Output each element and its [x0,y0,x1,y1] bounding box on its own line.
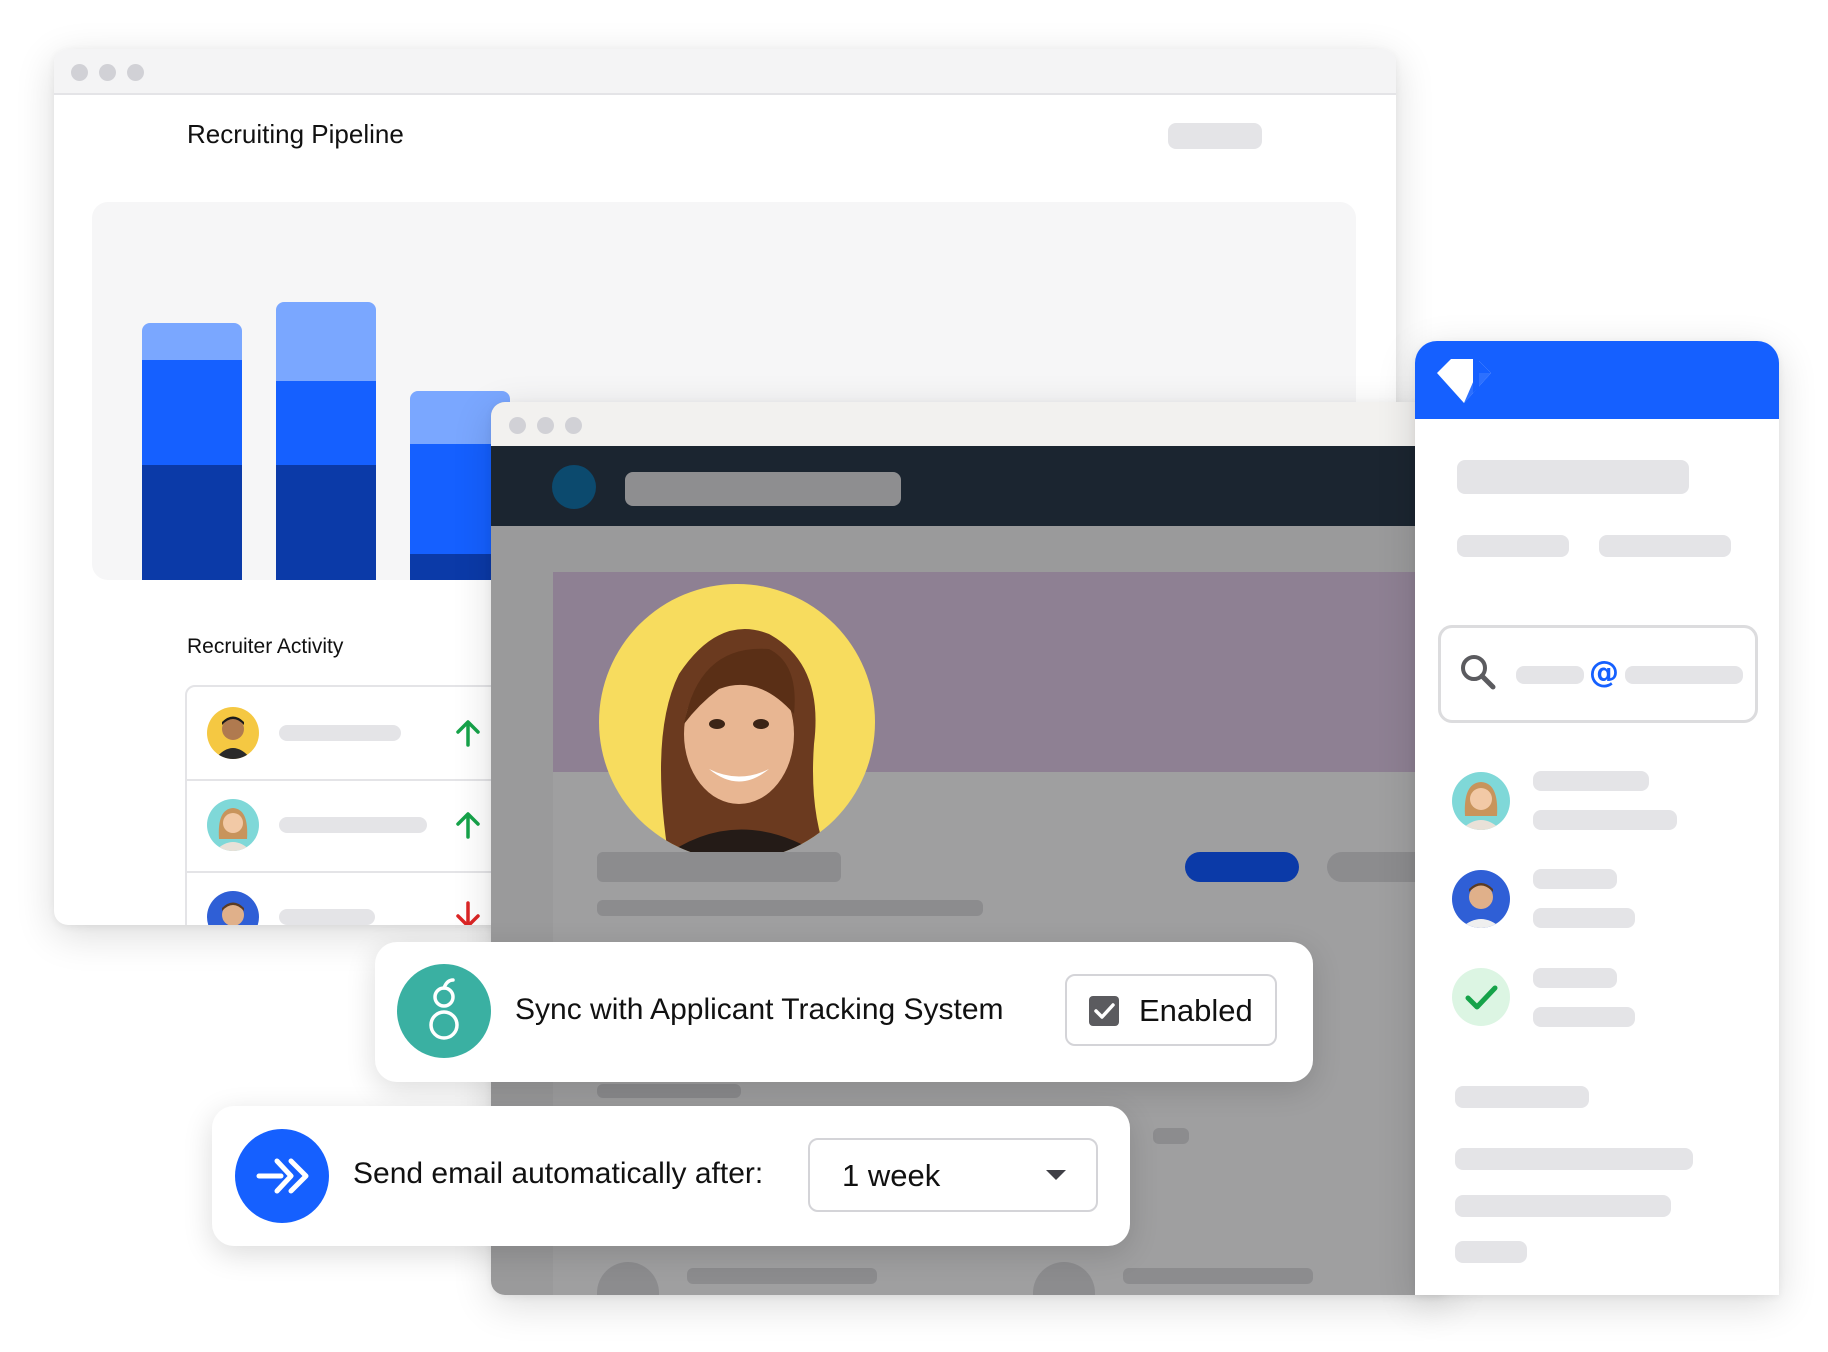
text-placeholder [1123,1268,1313,1284]
window-dot[interactable] [99,64,116,81]
section-placeholder [1455,1086,1589,1108]
email-automation-card: Send email automatically after: 1 week [212,1106,1130,1246]
match-name-placeholder [1533,869,1617,889]
profile-titlebar [491,402,1451,446]
match-detail-placeholder [1533,908,1635,928]
match-name-placeholder [1533,771,1649,791]
avatar [207,707,259,759]
list-item[interactable] [187,871,527,925]
avatar[interactable] [1452,772,1510,830]
chevron-down-icon [1044,1168,1068,1187]
section-placeholder [1153,1128,1189,1144]
site-search-placeholder[interactable] [625,472,901,506]
trend-up-icon [455,719,481,752]
line-placeholder [1455,1195,1671,1217]
site-logo[interactable] [552,465,596,509]
list-item[interactable] [187,687,527,781]
ats-status-label: Enabled [1139,993,1253,1028]
window-dot[interactable] [565,417,582,434]
extension-header [1415,341,1779,419]
activity-title: Recruiter Activity [187,635,344,658]
connect-button[interactable] [1185,852,1299,882]
section-placeholder [597,1084,741,1098]
line-placeholder [1455,1148,1693,1170]
double-chevron-icon [235,1129,329,1223]
site-nav-bar [491,446,1451,526]
match-name-placeholder [1533,968,1617,988]
email-delay-select[interactable]: 1 week [808,1138,1098,1212]
headline-placeholder [597,900,983,916]
ats-enabled-toggle[interactable]: Enabled [1065,974,1277,1046]
diamond-logo-icon[interactable] [1433,357,1495,410]
avatar [207,799,259,851]
match-detail-placeholder [1533,1007,1635,1027]
contact-detail-placeholder [1457,535,1569,557]
window-dot[interactable] [127,64,144,81]
bar-segment [142,322,242,360]
profile-photo [599,584,875,860]
email-delay-label: Send email automatically after: [353,1157,764,1190]
avatar[interactable] [1452,870,1510,928]
dashboard-titlebar [54,49,1396,95]
avatar-placeholder [1033,1262,1095,1295]
text-placeholder [687,1268,877,1284]
window-dot[interactable] [509,417,526,434]
email-delay-value: 1 week [842,1158,941,1193]
search-icon [1458,652,1498,697]
bar-segment [142,464,242,580]
avatar [207,891,259,925]
match-detail-placeholder [1533,810,1677,830]
greenhouse-icon [397,964,491,1058]
contact-name-placeholder [1457,460,1689,494]
ats-sync-label: Sync with Applicant Tracking System [515,993,1004,1026]
activity-list [185,685,529,925]
name-placeholder [279,817,427,833]
window-dot[interactable] [71,64,88,81]
window-dot[interactable] [537,417,554,434]
checkbox-icon[interactable] [1089,996,1119,1026]
bar-segment [276,464,376,580]
page-title: Recruiting Pipeline [187,119,404,149]
ats-sync-card: Sync with Applicant Tracking System Enab… [375,942,1313,1082]
bar-segment [276,380,376,465]
bar-segment [142,359,242,465]
line-placeholder [1455,1241,1527,1263]
avatar-placeholder [597,1262,659,1295]
checkmark-icon [1452,968,1510,1026]
name-placeholder [597,852,841,882]
bar-segment [276,301,376,381]
name-placeholder [279,909,375,925]
email-domain-placeholder [1625,666,1743,684]
contact-detail-placeholder [1599,535,1731,557]
at-icon: @ [1589,655,1619,690]
title-placeholder-button[interactable] [1168,123,1262,149]
email-user-placeholder [1516,666,1584,684]
trend-up-icon [455,811,481,844]
trend-down-icon [455,901,481,925]
name-placeholder [279,725,401,741]
list-item[interactable] [187,779,527,873]
extension-panel: @ [1415,341,1779,1295]
email-search-input[interactable]: @ [1438,625,1758,723]
